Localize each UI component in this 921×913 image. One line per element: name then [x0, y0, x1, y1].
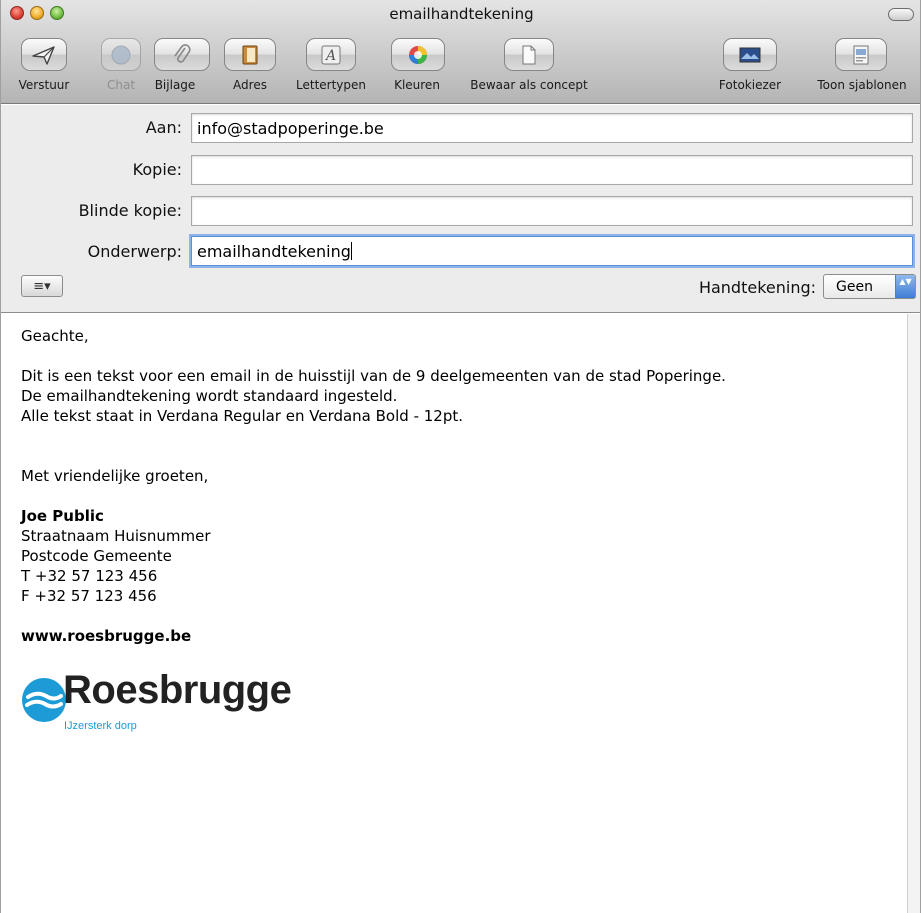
- photo-browser-button[interactable]: [723, 38, 777, 71]
- address-label: Adres: [233, 78, 267, 92]
- photo-browser-icon: [739, 47, 761, 62]
- body-line: Alle tekst staat in Verdana Regular en V…: [21, 407, 464, 425]
- header-fields: Aan: info@stadpoperinge.be Kopie: Blinde…: [1, 105, 920, 313]
- subject-label: Onderwerp:: [87, 242, 182, 261]
- closing: Met vriendelijke groeten,: [21, 467, 209, 485]
- body-scrollbar[interactable]: [907, 314, 920, 913]
- subject-field[interactable]: emailhandtekening: [191, 236, 913, 266]
- logo-name: Roesbrugge: [63, 668, 292, 712]
- signature-phone: T +32 57 123 456: [21, 567, 158, 585]
- paperclip-icon: [174, 43, 191, 63]
- svg-text:A: A: [324, 48, 336, 64]
- templates-label: Toon sjablonen: [817, 78, 907, 92]
- signature-select[interactable]: Geen ▲▼: [823, 274, 916, 299]
- signature-value: Geen: [836, 279, 873, 295]
- attach-button[interactable]: [154, 38, 210, 71]
- fonts-label: Lettertypen: [296, 78, 366, 92]
- signature-website: www.roesbrugge.be: [21, 627, 192, 645]
- cc-label: Kopie:: [132, 160, 182, 179]
- address-book-icon: [242, 45, 258, 64]
- signature-fax: F +32 57 123 456: [21, 587, 157, 605]
- send-button[interactable]: [21, 38, 67, 71]
- send-icon: [32, 45, 55, 65]
- signature-address1: Straatnaam Huisnummer: [21, 527, 211, 545]
- photo-browser-label: Fotokiezer: [718, 78, 782, 92]
- window-title: emailhandtekening: [389, 5, 534, 23]
- bcc-field[interactable]: [191, 196, 913, 226]
- subject-value: emailhandtekening: [197, 242, 351, 261]
- color-wheel-icon: [409, 45, 427, 64]
- to-field[interactable]: info@stadpoperinge.be: [191, 113, 913, 143]
- to-label: Aan:: [145, 118, 182, 137]
- mail-compose-window: emailhandtekening Verstuur Chat Bijlage: [0, 0, 921, 913]
- save-draft-button[interactable]: [504, 38, 554, 71]
- body-line: Dit is een tekst voor een email in de hu…: [21, 367, 726, 385]
- templates-button[interactable]: [835, 38, 887, 71]
- select-arrows-icon: ▲▼: [895, 275, 915, 298]
- signature-name: Joe Public: [21, 507, 104, 525]
- logo-emblem-icon: [22, 678, 66, 722]
- chat-icon: [111, 45, 131, 64]
- message-body[interactable]: Geachte, Dit is een tekst voor een email…: [1, 314, 909, 913]
- address-button[interactable]: [224, 38, 276, 71]
- fonts-icon: A: [321, 45, 341, 64]
- draft-icon: [522, 45, 536, 64]
- send-label: Verstuur: [18, 78, 70, 92]
- logo-tagline: IJzersterk dorp: [64, 720, 137, 732]
- bcc-label: Blinde kopie:: [78, 201, 182, 220]
- toolbar-toggle-button[interactable]: [888, 8, 914, 21]
- save-draft-label: Bewaar als concept: [470, 78, 588, 92]
- cc-field[interactable]: [191, 155, 913, 185]
- body-line: De emailhandtekening wordt standaard ing…: [21, 387, 398, 405]
- roesbrugge-logo: Roesbrugge IJzersterk dorp: [21, 668, 321, 738]
- greeting: Geachte,: [21, 327, 89, 345]
- attach-label: Bijlage: [154, 78, 196, 92]
- chat-label: Chat: [106, 78, 136, 92]
- signature-label: Handtekening:: [698, 278, 816, 297]
- title-toolbar: emailhandtekening Verstuur Chat Bijlage: [1, 0, 920, 104]
- signature-address2: Postcode Gemeente: [21, 547, 172, 565]
- colors-label: Kleuren: [394, 78, 440, 92]
- fonts-button[interactable]: A: [306, 38, 356, 71]
- colors-button[interactable]: [391, 38, 445, 71]
- text-caret: [350, 242, 352, 260]
- chat-button[interactable]: [101, 38, 141, 71]
- templates-icon: [853, 45, 869, 64]
